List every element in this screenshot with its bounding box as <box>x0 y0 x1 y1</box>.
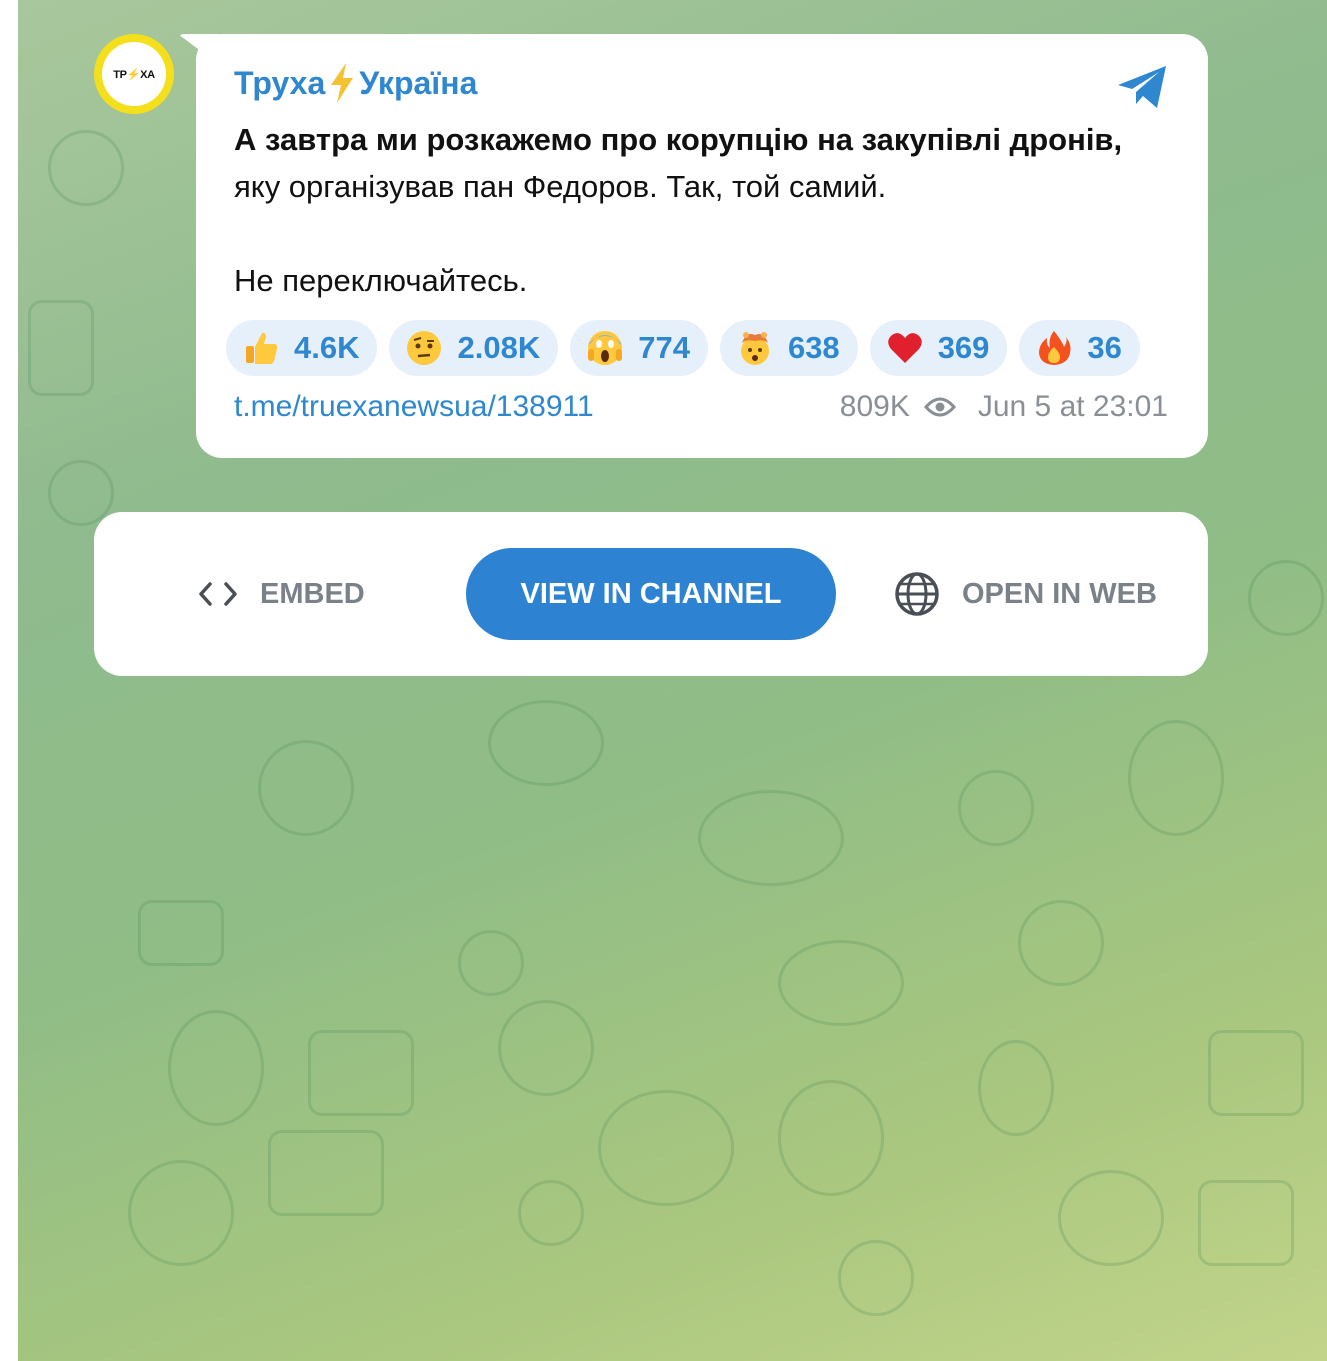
background-doodle <box>258 740 354 836</box>
telegram-send-icon <box>1118 66 1166 108</box>
background-doodle <box>1198 1180 1294 1266</box>
embed-button[interactable]: EMBED <box>198 512 365 676</box>
reaction-red-heart[interactable]: 369 <box>869 320 1008 376</box>
background-doodle <box>978 1040 1054 1136</box>
reaction-raised-eyebrow[interactable]: 2.08K <box>389 320 559 376</box>
background-doodle <box>838 1240 914 1316</box>
background-doodle <box>138 900 224 966</box>
background-doodle <box>1018 900 1104 986</box>
lightning-icon <box>329 63 355 103</box>
background-doodle <box>598 1090 734 1206</box>
reaction-count: 4.6K <box>294 330 360 365</box>
embed-label: EMBED <box>260 577 365 610</box>
message-text-second-paragraph: Не переключайтесь. <box>234 263 528 298</box>
background-doodle <box>48 460 114 526</box>
background-doodle <box>778 1080 884 1196</box>
background-doodle <box>28 300 94 396</box>
background-doodle <box>518 1180 584 1246</box>
message-footer: t.me/truexanewsua/138911 809K Jun 5 at 2… <box>234 390 1168 424</box>
view-in-channel-button[interactable]: VIEW IN CHANNEL <box>466 548 836 640</box>
background-doodle <box>498 1000 594 1096</box>
background-doodle <box>1058 1170 1164 1266</box>
post-link[interactable]: t.me/truexanewsua/138911 <box>234 390 594 424</box>
background-doodle <box>1208 1030 1304 1116</box>
reaction-fire[interactable]: 36 <box>1019 320 1140 376</box>
background-doodle <box>48 130 124 206</box>
face-with-raised-eyebrow-icon <box>405 329 443 367</box>
open-in-web-button[interactable]: OPEN IN WEB <box>894 512 1157 676</box>
exploding-head-icon <box>736 329 774 367</box>
red-heart-icon <box>886 329 924 367</box>
message-bubble: Труха Україна А завтра ми розкажемо про … <box>196 34 1208 458</box>
post-actions-panel: EMBED VIEW IN CHANNEL OPEN IN WEB <box>94 512 1208 676</box>
channel-name-part2: Україна <box>359 64 478 101</box>
background-doodle <box>958 770 1034 846</box>
reaction-thumbs-up[interactable]: 4.6K <box>226 320 378 376</box>
globe-icon <box>894 571 940 617</box>
channel-name-part1: Труха <box>234 64 326 101</box>
reaction-count: 36 <box>1087 330 1122 365</box>
reaction-count: 369 <box>937 330 990 365</box>
fire-icon <box>1035 329 1073 367</box>
open-in-web-label: OPEN IN WEB <box>962 577 1157 610</box>
message-meta: 809K Jun 5 at 23:01 <box>840 390 1168 424</box>
avatar-logo-text: ТР⚡ХА <box>102 42 166 106</box>
background-doodle <box>1248 560 1324 636</box>
reaction-count: 2.08K <box>457 330 541 365</box>
background-doodle <box>778 940 904 1026</box>
reaction-screaming[interactable]: 774 <box>570 320 708 376</box>
eye-icon <box>923 396 956 418</box>
reaction-count: 774 <box>638 330 690 365</box>
screaming-face-icon <box>586 329 624 367</box>
code-icon <box>198 580 238 608</box>
thumbs-up-icon <box>242 329 280 367</box>
background-doodle <box>128 1160 234 1266</box>
reaction-count: 638 <box>787 330 840 365</box>
message-text-bold: А завтра ми розкажемо про корупцію на за… <box>234 122 1123 157</box>
background-doodle <box>268 1130 384 1216</box>
background-doodle <box>698 790 844 886</box>
background-doodle <box>1128 720 1224 836</box>
channel-name[interactable]: Труха Україна <box>234 60 1168 106</box>
background-doodle <box>488 700 604 786</box>
message-text: А завтра ми розкажемо про корупцію на за… <box>234 116 1168 304</box>
background-doodle <box>308 1030 414 1116</box>
reactions-bar: 4.6K 2.08K 774 638 369 36 <box>226 320 1140 376</box>
message-text-regular: яку організував пан Федоров. Так, той са… <box>234 169 887 204</box>
background-doodle <box>458 930 524 996</box>
message-date: Jun 5 at 23:01 <box>977 390 1168 423</box>
view-count: 809K <box>839 390 910 423</box>
reaction-exploding-head[interactable]: 638 <box>719 320 858 376</box>
background-doodle <box>168 1010 264 1126</box>
channel-avatar[interactable]: ТР⚡ХА <box>94 34 174 114</box>
